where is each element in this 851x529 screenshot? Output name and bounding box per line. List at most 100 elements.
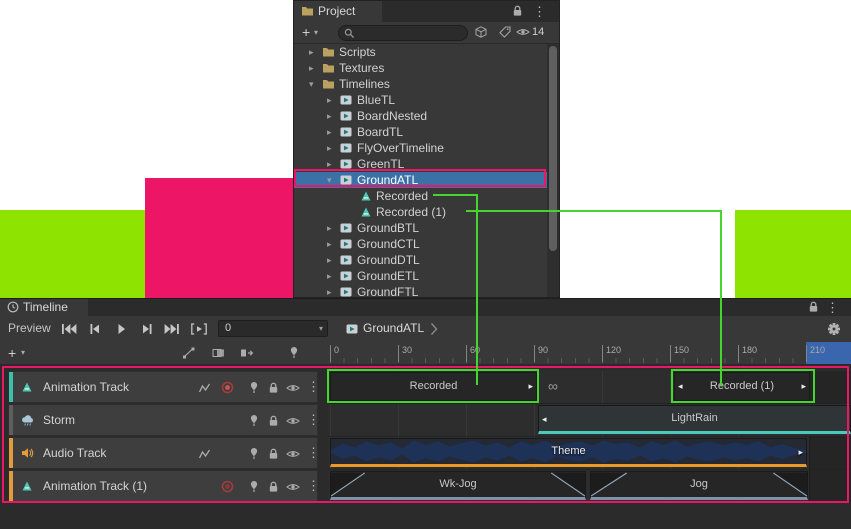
- clip-recorded[interactable]: Recorded ▸: [330, 372, 537, 401]
- play-button[interactable]: [112, 323, 130, 335]
- clip-wk-jog[interactable]: Wk-Jog: [330, 471, 586, 500]
- search-by-label-icon[interactable]: [499, 26, 511, 38]
- current-frame-field[interactable]: 0 ▾: [218, 320, 328, 337]
- disclosure-triangle-icon[interactable]: ▾: [309, 76, 314, 92]
- disclosure-triangle-icon[interactable]: ▸: [327, 124, 332, 140]
- disclosure-triangle-icon[interactable]: ▸: [327, 108, 332, 124]
- tree-item-recorded[interactable]: Recorded: [294, 188, 547, 204]
- tree-item-scripts[interactable]: ▸ Scripts: [294, 44, 547, 60]
- tab-timeline[interactable]: Timeline: [0, 299, 88, 316]
- clip-jog[interactable]: Jog: [590, 471, 808, 500]
- track-lane-audio[interactable]: Theme ▸: [328, 437, 851, 470]
- go-to-beginning-button[interactable]: [60, 323, 78, 335]
- record-icon[interactable]: [221, 381, 235, 395]
- preview-toggle[interactable]: Preview: [8, 316, 51, 341]
- mix-mode-icon[interactable]: [212, 347, 225, 359]
- disclosure-triangle-icon[interactable]: ▸: [327, 252, 332, 268]
- scrollbar-thumb[interactable]: [549, 46, 557, 251]
- search-input[interactable]: [357, 26, 465, 40]
- tracks-area: Animation Track ⋮ Storm ⋮ Audi: [0, 364, 851, 529]
- track-header-animation-track-1[interactable]: Animation Track (1) ⋮: [8, 470, 318, 502]
- track-header-audio-track[interactable]: Audio Track ⋮: [8, 437, 318, 469]
- track-menu-icon[interactable]: ⋮: [307, 372, 320, 402]
- track-menu-icon[interactable]: ⋮: [307, 438, 320, 468]
- disclosure-triangle-icon[interactable]: ▸: [327, 236, 332, 252]
- search-by-type-icon[interactable]: [475, 26, 487, 38]
- track-lane-animation[interactable]: Recorded ▸ ∞ Recorded (1) ◂ ▸: [328, 371, 851, 404]
- next-frame-button[interactable]: [138, 323, 156, 335]
- tree-item-groundatl-selected[interactable]: ▾ GroundATL: [294, 172, 547, 188]
- lock-icon[interactable]: [268, 382, 282, 396]
- tree-item-timelines[interactable]: ▾ Timelines: [294, 76, 547, 92]
- add-track-button[interactable]: +: [8, 342, 16, 364]
- create-asset-caret-icon[interactable]: ▾: [314, 22, 318, 43]
- ripple-mode-icon[interactable]: [240, 347, 253, 359]
- time-ruler[interactable]: 0 30 60 90 120 150 180 210: [328, 342, 851, 364]
- project-scrollbar[interactable]: [547, 44, 559, 297]
- panel-menu-icon[interactable]: ⋮: [826, 299, 839, 316]
- add-track-caret-icon[interactable]: ▾: [21, 342, 25, 364]
- clip-lightrain[interactable]: LightRain ◂: [538, 405, 851, 434]
- eye-icon[interactable]: [286, 416, 300, 430]
- tree-item-boardtl[interactable]: ▸ BoardTL: [294, 124, 547, 140]
- track-menu-icon[interactable]: ⋮: [307, 471, 320, 501]
- clip-recorded-1[interactable]: Recorded (1) ◂ ▸: [674, 372, 810, 401]
- eye-icon[interactable]: [286, 482, 300, 496]
- lock-icon[interactable]: [268, 481, 282, 495]
- tree-item-greentl[interactable]: ▸ GreenTL: [294, 156, 547, 172]
- tab-project[interactable]: Project: [294, 1, 382, 22]
- create-asset-button[interactable]: +: [302, 22, 310, 43]
- pin-icon[interactable]: [248, 447, 262, 461]
- tree-item-label: Textures: [339, 60, 384, 76]
- tree-item-grounddtl[interactable]: ▸ GroundDTL: [294, 252, 547, 268]
- pin-icon[interactable]: [248, 381, 262, 395]
- play-range-button[interactable]: [190, 323, 208, 335]
- lock-icon[interactable]: [268, 448, 282, 462]
- lock-icon[interactable]: [808, 301, 819, 313]
- lock-icon[interactable]: [268, 415, 282, 429]
- clip-theme[interactable]: Theme ▸: [330, 438, 807, 467]
- disclosure-triangle-icon[interactable]: ▸: [327, 268, 332, 284]
- marker-pin-icon[interactable]: [288, 346, 300, 359]
- tree-item-groundetl[interactable]: ▸ GroundETL: [294, 268, 547, 284]
- disclosure-triangle-icon[interactable]: ▾: [327, 172, 332, 188]
- disclosure-triangle-icon[interactable]: ▸: [327, 140, 332, 156]
- curves-icon[interactable]: [198, 448, 212, 462]
- tree-item-boardnested[interactable]: ▸ BoardNested: [294, 108, 547, 124]
- track-lane-animation-1[interactable]: Wk-Jog Jog: [328, 470, 851, 503]
- tree-item-groundbtl[interactable]: ▸ GroundBTL: [294, 220, 547, 236]
- visibility-eye-icon[interactable]: [516, 27, 530, 37]
- disclosure-triangle-icon[interactable]: ▸: [327, 220, 332, 236]
- folder-icon: [301, 5, 314, 17]
- breadcrumb[interactable]: GroundATL: [363, 316, 424, 341]
- disclosure-triangle-icon[interactable]: ▸: [309, 44, 314, 60]
- disclosure-triangle-icon[interactable]: ▸: [327, 92, 332, 108]
- tree-item-flyovertimeline[interactable]: ▸ FlyOverTimeline: [294, 140, 547, 156]
- track-header-storm[interactable]: Storm ⋮: [8, 404, 318, 436]
- panel-menu-icon[interactable]: ⋮: [533, 1, 546, 22]
- pin-icon[interactable]: [248, 480, 262, 494]
- frame-field-caret-icon[interactable]: ▾: [319, 321, 323, 336]
- tree-item-groundftl[interactable]: ▸ GroundFTL: [294, 284, 547, 298]
- disclosure-triangle-icon[interactable]: ▸: [327, 156, 332, 172]
- curves-icon[interactable]: [198, 382, 212, 396]
- eye-icon[interactable]: [286, 383, 300, 397]
- disclosure-triangle-icon[interactable]: ▸: [309, 60, 314, 76]
- lock-icon[interactable]: [512, 5, 523, 17]
- record-icon[interactable]: [221, 480, 235, 494]
- tree-item-bluetl[interactable]: ▸ BlueTL: [294, 92, 547, 108]
- eye-icon[interactable]: [286, 449, 300, 463]
- tree-item-groundctl[interactable]: ▸ GroundCTL: [294, 236, 547, 252]
- timeline-asset-icon: [340, 110, 353, 122]
- tree-item-recorded-1[interactable]: Recorded (1): [294, 204, 547, 220]
- curves-view-icon[interactable]: [182, 347, 195, 359]
- go-to-end-button[interactable]: [163, 323, 181, 335]
- tree-item-textures[interactable]: ▸ Textures: [294, 60, 547, 76]
- gear-icon[interactable]: [827, 322, 841, 336]
- track-header-animation-track[interactable]: Animation Track ⋮: [8, 371, 318, 403]
- track-lane-storm[interactable]: LightRain ◂: [328, 404, 851, 437]
- previous-frame-button[interactable]: [86, 323, 104, 335]
- disclosure-triangle-icon[interactable]: ▸: [327, 284, 332, 298]
- pin-icon[interactable]: [248, 414, 262, 428]
- track-menu-icon[interactable]: ⋮: [307, 405, 320, 435]
